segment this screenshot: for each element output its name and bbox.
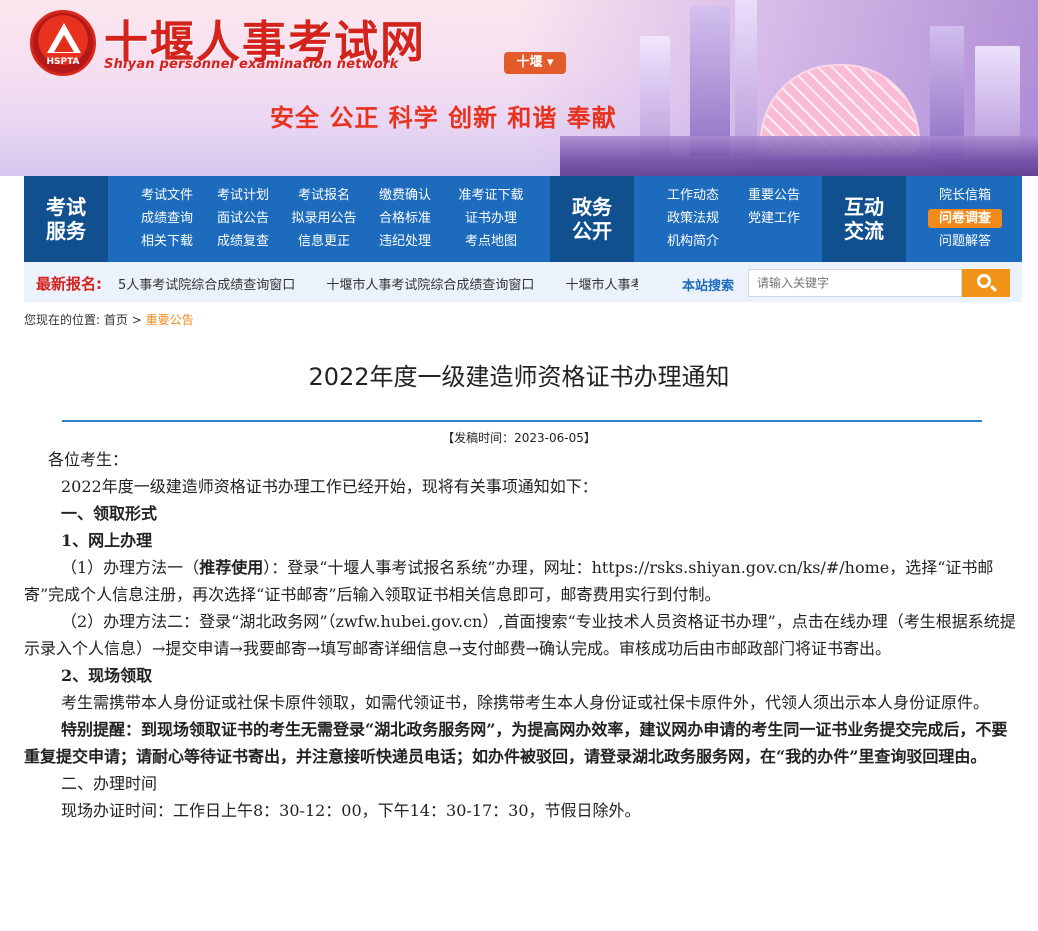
method-one-paragraph: （1）办理方法一（推荐使用）：登录“十堰人事考试报名系统”办理，网址：https… (24, 554, 1018, 608)
nav-link-site-map[interactable]: 考点地图 (446, 232, 536, 251)
breadcrumb: 您现在的位置: 首页 > 重要公告 (24, 311, 194, 328)
nav-link-director-mailbox[interactable]: 院长信箱 (928, 186, 1002, 205)
nav-heading-government: 政务 公开 (550, 176, 634, 262)
site-subtitle: Shiyan personnel examination network (104, 57, 399, 72)
logo-abbr: HSPTA (46, 57, 80, 67)
search-icon-handle (989, 284, 998, 293)
nav-link-score-review[interactable]: 成绩复查 (204, 232, 282, 251)
section-heading: 二、办理时间 (61, 774, 158, 793)
nav-group-interaction: 院长信箱 问卷调查 问题解答 (928, 186, 1002, 251)
nav-link-important-notice[interactable]: 重要公告 (734, 186, 814, 205)
nav-link-downloads[interactable]: 相关下载 (132, 232, 202, 251)
office-hours-paragraph: 现场办证时间：工作日上午8：30-12：00，下午14：30-17：30，节假日… (61, 801, 641, 820)
ticker-item[interactable]: 十堰市人事考试院综合成绩查询窗口 (565, 274, 638, 292)
ticker-item[interactable]: 十堰市人事考试院综合成绩查询窗口 (326, 274, 534, 292)
logo-mountain-inner-icon (54, 35, 74, 52)
nav-link-about[interactable]: 机构简介 (658, 232, 728, 251)
nav-link-violation[interactable]: 违纪处理 (366, 232, 444, 251)
main-nav: 考试 服务 考试文件 考试计划 考试报名 缴费确认 准考证下载 成绩查询 面试公… (24, 176, 1022, 262)
section-heading: 一、领取形式 (61, 504, 158, 523)
method-two-paragraph: （2）办理方法二：登录“湖北政务网”（zwfw.hubei.gov.cn）,首面… (24, 612, 1016, 658)
greeting: 各位考生： (48, 450, 129, 469)
ticker-label: 最新报名: (36, 275, 102, 293)
nav-link-certificate[interactable]: 证书办理 (446, 209, 536, 228)
publish-date: 【发稿时间：2023-06-05】 (442, 431, 596, 445)
nav-link-interview-notice[interactable]: 面试公告 (204, 209, 282, 228)
search-input[interactable] (748, 269, 962, 297)
nav-link-exam-docs[interactable]: 考试文件 (132, 186, 202, 205)
ticker-item[interactable]: 5人事考试院综合成绩查询窗口 (118, 274, 295, 292)
header-banner: HSPTA 十堰人事考试网 Shiyan personnel examinati… (0, 0, 1038, 176)
search-icon (977, 274, 991, 288)
site-logo[interactable]: HSPTA (30, 10, 96, 76)
title-divider (62, 420, 982, 422)
nav-link-pass-standard[interactable]: 合格标准 (366, 209, 444, 228)
breadcrumb-current[interactable]: 重要公告 (146, 313, 194, 327)
onsite-paragraph: 考生需携带本人身份证或社保卡原件领取，如需代领证书，除携带考生本人身份证或社保卡… (61, 693, 990, 712)
subsection-heading: 2、现场领取 (61, 666, 153, 685)
nav-link-work-news[interactable]: 工作动态 (658, 186, 728, 205)
breadcrumb-separator: > (131, 313, 142, 327)
article-title: 2022年度一级建造师资格证书办理通知 (308, 363, 730, 391)
breadcrumb-prefix: 您现在的位置: (24, 313, 101, 327)
article-body: 各位考生： 2022年度一级建造师资格证书办理工作已经开始，现将有关事项通知如下… (24, 446, 1018, 824)
latest-bar: 最新报名: 5人事考试院综合成绩查询窗口 十堰市人事考试院综合成绩查询窗口 十堰… (24, 262, 1022, 302)
nav-group-exam-services: 考试文件 考试计划 考试报名 缴费确认 准考证下载 成绩查询 面试公告 拟录用公… (132, 186, 536, 251)
breadcrumb-home[interactable]: 首页 (104, 313, 128, 327)
building-image (690, 6, 730, 156)
nav-link-admission-download[interactable]: 准考证下载 (446, 186, 536, 205)
river-image (560, 136, 1038, 176)
nav-heading-interaction: 互动 交流 (822, 176, 906, 262)
ticker-marquee: 5人事考试院综合成绩查询窗口 十堰市人事考试院综合成绩查询窗口 十堰市人事考试院… (118, 274, 638, 292)
nav-link-faq[interactable]: 问题解答 (928, 232, 1002, 251)
nav-link-party-work[interactable]: 党建工作 (734, 209, 814, 228)
nav-link-hiring-notice[interactable]: 拟录用公告 (284, 209, 364, 228)
slogan: 安全 公正 科学 创新 和谐 奉献 (270, 103, 617, 132)
intro-paragraph: 2022年度一级建造师资格证书办理工作已经开始，现将有关事项通知如下： (61, 477, 598, 496)
nav-link-survey[interactable]: 问卷调查 (928, 209, 1002, 228)
nav-link-score-query[interactable]: 成绩查询 (132, 209, 202, 228)
nav-link-exam-plan[interactable]: 考试计划 (204, 186, 282, 205)
nav-link-payment-confirm[interactable]: 缴费确认 (366, 186, 444, 205)
city-selector[interactable]: 十堰 ▾ (504, 52, 566, 74)
nav-group-government: 工作动态 重要公告 政策法规 党建工作 机构简介 (658, 186, 814, 251)
method-one-lead: （1）办理方法一（ (61, 558, 200, 577)
recommended-tag: 推荐使用 (199, 558, 264, 577)
nav-heading-exam-services: 考试 服务 (24, 176, 108, 262)
search-label: 本站搜索 (682, 279, 735, 294)
nav-link-exam-registration[interactable]: 考试报名 (284, 186, 364, 205)
nav-link-info-correction[interactable]: 信息更正 (284, 232, 364, 251)
search-button[interactable] (962, 269, 1010, 297)
special-notice-paragraph: 特别提醒：到现场领取证书的考生无需登录“湖北政务服务网”，为提高网办效率，建议网… (24, 720, 1008, 766)
nav-link-policies[interactable]: 政策法规 (658, 209, 728, 228)
building-image (735, 0, 757, 156)
subsection-heading: 1、网上办理 (61, 531, 153, 550)
